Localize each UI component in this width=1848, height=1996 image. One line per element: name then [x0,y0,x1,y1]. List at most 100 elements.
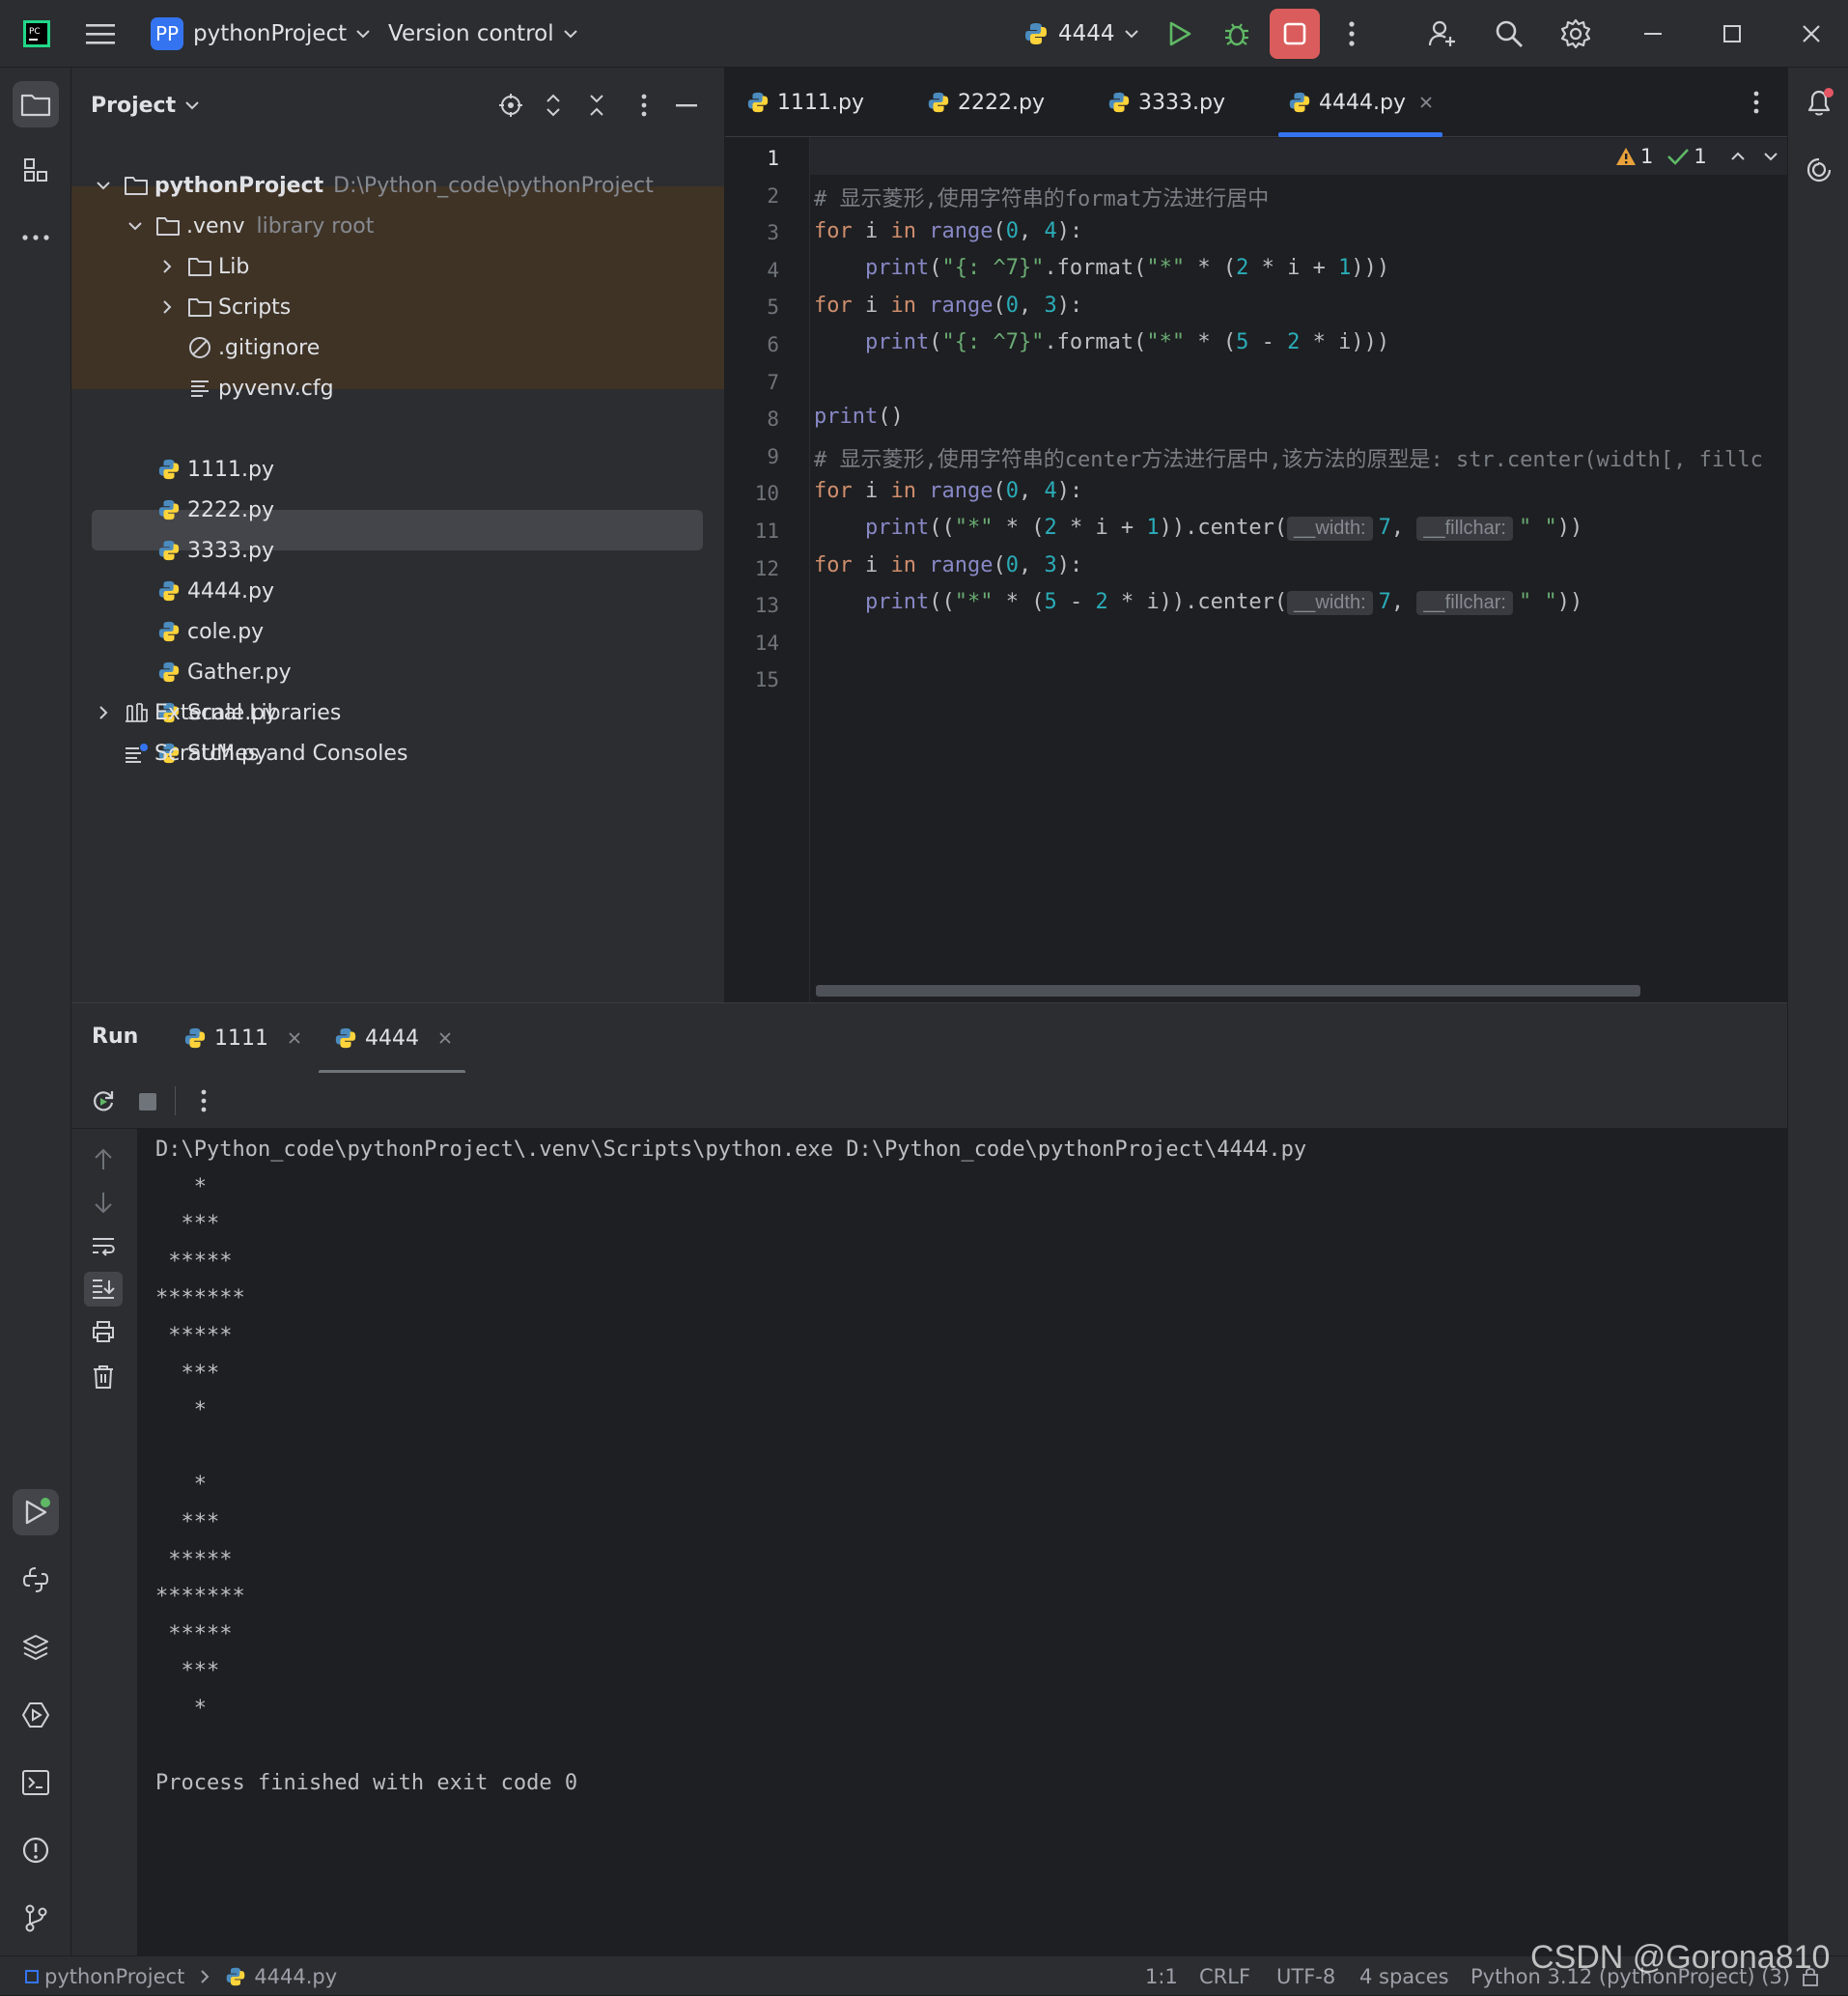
services-icon[interactable] [13,1692,59,1738]
project-badge: PP [151,17,183,50]
param-hint-width: __width: [1287,517,1373,541]
left-tool-strip [0,68,71,1955]
add-user-icon[interactable] [1419,11,1466,57]
editor-tab[interactable]: 2222.py [927,68,1045,137]
structure-icon[interactable] [13,147,59,193]
file-item[interactable]: 1111.py [156,449,274,490]
tree-item-venv[interactable]: .venv library root [125,206,374,246]
code-line-2[interactable]: # 显示菱形,使用字符串的format方法进行居中 [814,182,1269,212]
run-tool-icon[interactable] [13,1489,59,1535]
search-icon[interactable] [1486,11,1532,57]
more-tools-icon[interactable] [13,214,59,261]
project-panel: Project pythonProject D:\Python_code\pyt… [71,68,725,1002]
code-line-12[interactable]: for i in range(0, 3): [814,553,1082,577]
panel-options-icon[interactable] [641,94,647,117]
caret-position[interactable]: 1:1 [1145,1956,1178,1996]
soft-wrap-icon[interactable] [91,1236,116,1257]
breadcrumb-file[interactable]: 4444.py [254,1965,337,1988]
run-icon[interactable] [1157,11,1203,57]
close-tab-icon[interactable] [438,1031,452,1045]
code-line-4[interactable]: print("{: ^7}".format("*" * (2 * i + 1))… [814,256,1389,280]
print-icon[interactable] [91,1320,116,1343]
file-item[interactable]: cole.py [156,611,264,652]
line-number: 3 [767,221,779,245]
editor-tab[interactable]: 1111.py [746,68,864,137]
file-item[interactable]: 3333.py [156,530,274,571]
file-item[interactable]: 2222.py [156,490,274,530]
arrow-up-icon[interactable] [93,1148,114,1171]
ai-assistant-icon[interactable] [1796,147,1842,193]
rerun-icon[interactable] [91,1088,116,1113]
settings-gear-icon[interactable] [1553,11,1599,57]
run-options-icon[interactable] [201,1089,207,1112]
horizontal-scrollbar[interactable] [816,985,1640,997]
more-actions-icon[interactable] [1329,11,1375,57]
run-side-toolbar [71,1129,137,1956]
tree-root-pythonproject[interactable]: pythonProject D:\Python_code\pythonProje… [93,165,654,206]
tree-item-external-libraries[interactable]: External Libraries [93,692,341,733]
clear-trash-icon[interactable] [92,1364,115,1390]
tree-item-gitignore[interactable]: .gitignore [187,327,320,368]
editor-tab[interactable]: 4444.py [1278,68,1442,137]
line-number: 10 [754,482,779,506]
tab-options-icon[interactable] [1753,91,1759,114]
tree-item-pyvenv-cfg[interactable]: pyvenv.cfg [187,368,334,408]
run-config-selector[interactable]: 4444 [1023,0,1138,68]
hide-panel-icon[interactable] [676,104,697,108]
chevron-down-icon [1124,29,1138,39]
pycharm-logo-icon[interactable]: PC [14,11,60,57]
console-line: D:\Python_code\pythonProject\.venv\Scrip… [155,1138,1307,1162]
file-item[interactable]: Gather.py [156,652,292,692]
file-label: cole.py [187,619,265,644]
param-hint-fillchar: __fillchar: [1416,591,1513,615]
code-line-6[interactable]: print("{: ^7}".format("*" * (5 - 2 * i))… [814,330,1389,354]
stop-button[interactable] [1270,9,1320,59]
main-menu-icon[interactable] [77,11,124,57]
debug-icon[interactable] [1214,11,1260,57]
code-line-8[interactable]: print() [814,405,904,429]
file-encoding[interactable]: UTF-8 [1276,1956,1335,1996]
locate-file-icon[interactable] [498,93,523,118]
close-tab-icon[interactable] [288,1031,301,1045]
breadcrumb-project[interactable]: pythonProject [44,1965,184,1988]
notifications-bell-icon[interactable] [1796,79,1842,126]
console-line: ***** [155,1249,233,1274]
code-line-3[interactable]: for i in range(0, 4): [814,219,1082,243]
chevron-up-icon[interactable] [1730,152,1746,161]
python-packages-icon[interactable] [13,1624,59,1671]
minimize-icon[interactable] [1631,11,1677,57]
code-line-11[interactable]: print(("*" * (2 * i + 1)).center(__width… [814,516,1582,541]
stop-icon[interactable] [138,1092,157,1111]
indent-setting[interactable]: 4 spaces [1359,1956,1449,1996]
version-control-menu[interactable]: Version control [388,0,577,68]
close-window-icon[interactable] [1788,11,1834,57]
expand-all-icon[interactable] [544,93,563,118]
code-line-13[interactable]: print(("*" * (5 - 2 * i)).center(__width… [814,590,1582,615]
tree-item-scripts[interactable]: Scripts [156,287,291,327]
breadcrumb[interactable]: pythonProject 4444.py [25,1956,337,1996]
code-line-10[interactable]: for i in range(0, 4): [814,479,1082,503]
run-tab[interactable]: 4444 [319,1003,465,1075]
terminal-icon[interactable] [13,1759,59,1806]
project-selector[interactable]: PP pythonProject [151,0,370,68]
inspection-widget[interactable]: 1 1 [1615,145,1778,168]
code-line-9[interactable]: # 显示菱形,使用字符串的center方法进行居中,该方法的原型是: str.c… [814,442,1785,473]
chevron-down-icon[interactable] [1763,152,1778,161]
code-line-5[interactable]: for i in range(0, 3): [814,294,1082,318]
python-console-icon[interactable] [13,1557,59,1603]
run-tab[interactable]: 1111 [183,1003,301,1073]
collapse-all-icon[interactable] [587,93,606,118]
git-branch-icon[interactable] [13,1895,59,1941]
close-tab-icon[interactable] [1419,96,1433,109]
tree-item-lib[interactable]: Lib [156,246,249,287]
tree-item-scratches[interactable]: Scratches and Consoles [124,733,407,773]
editor-tab[interactable]: 3333.py [1107,68,1225,137]
file-item[interactable]: 4444.py [156,571,274,611]
arrow-down-icon[interactable] [93,1191,114,1214]
scroll-to-end-icon[interactable] [84,1272,123,1307]
line-separator[interactable]: CRLF [1199,1956,1250,1996]
project-panel-header[interactable]: Project [91,85,199,126]
project-folder-icon[interactable] [13,81,59,127]
maximize-icon[interactable] [1709,11,1755,57]
problems-icon[interactable] [13,1827,59,1873]
